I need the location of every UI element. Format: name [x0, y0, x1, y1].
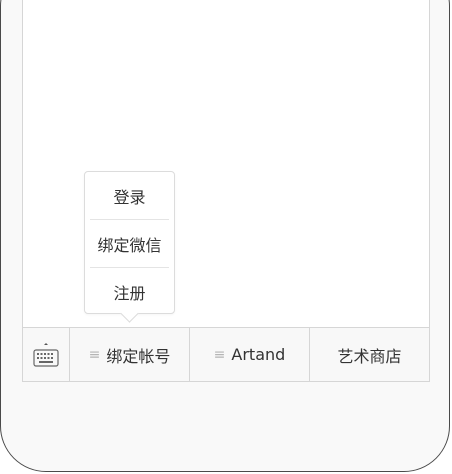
keyboard-toggle-button[interactable] — [23, 328, 70, 381]
menu-item-label: 艺术商店 — [337, 346, 402, 366]
submenu-item-bind-wechat[interactable]: 绑定微信 — [85, 220, 174, 267]
menu-item-art-store[interactable]: 艺术商店 — [310, 328, 429, 381]
keyboard-icon — [33, 342, 59, 367]
submenu-item-label: 注册 — [113, 283, 146, 303]
hamburger-icon: ≡ — [88, 346, 101, 363]
menu-item-label: 绑定帐号 — [106, 346, 171, 366]
submenu-popup: 登录 绑定微信 注册 — [84, 171, 175, 323]
hamburger-icon: ≡ — [213, 346, 226, 363]
submenu-item-label: 登录 — [113, 187, 146, 207]
menu-item-artand[interactable]: ≡ Artand — [190, 328, 310, 381]
menu-item-label: Artand — [231, 345, 286, 364]
menu-item-bind-account[interactable]: ≡ 绑定帐号 — [70, 328, 190, 381]
submenu-item-login[interactable]: 登录 — [85, 172, 174, 219]
submenu-item-label: 绑定微信 — [97, 235, 162, 255]
custom-menu-bar: ≡ 绑定帐号 ≡ Artand 艺术商店 — [22, 327, 430, 382]
